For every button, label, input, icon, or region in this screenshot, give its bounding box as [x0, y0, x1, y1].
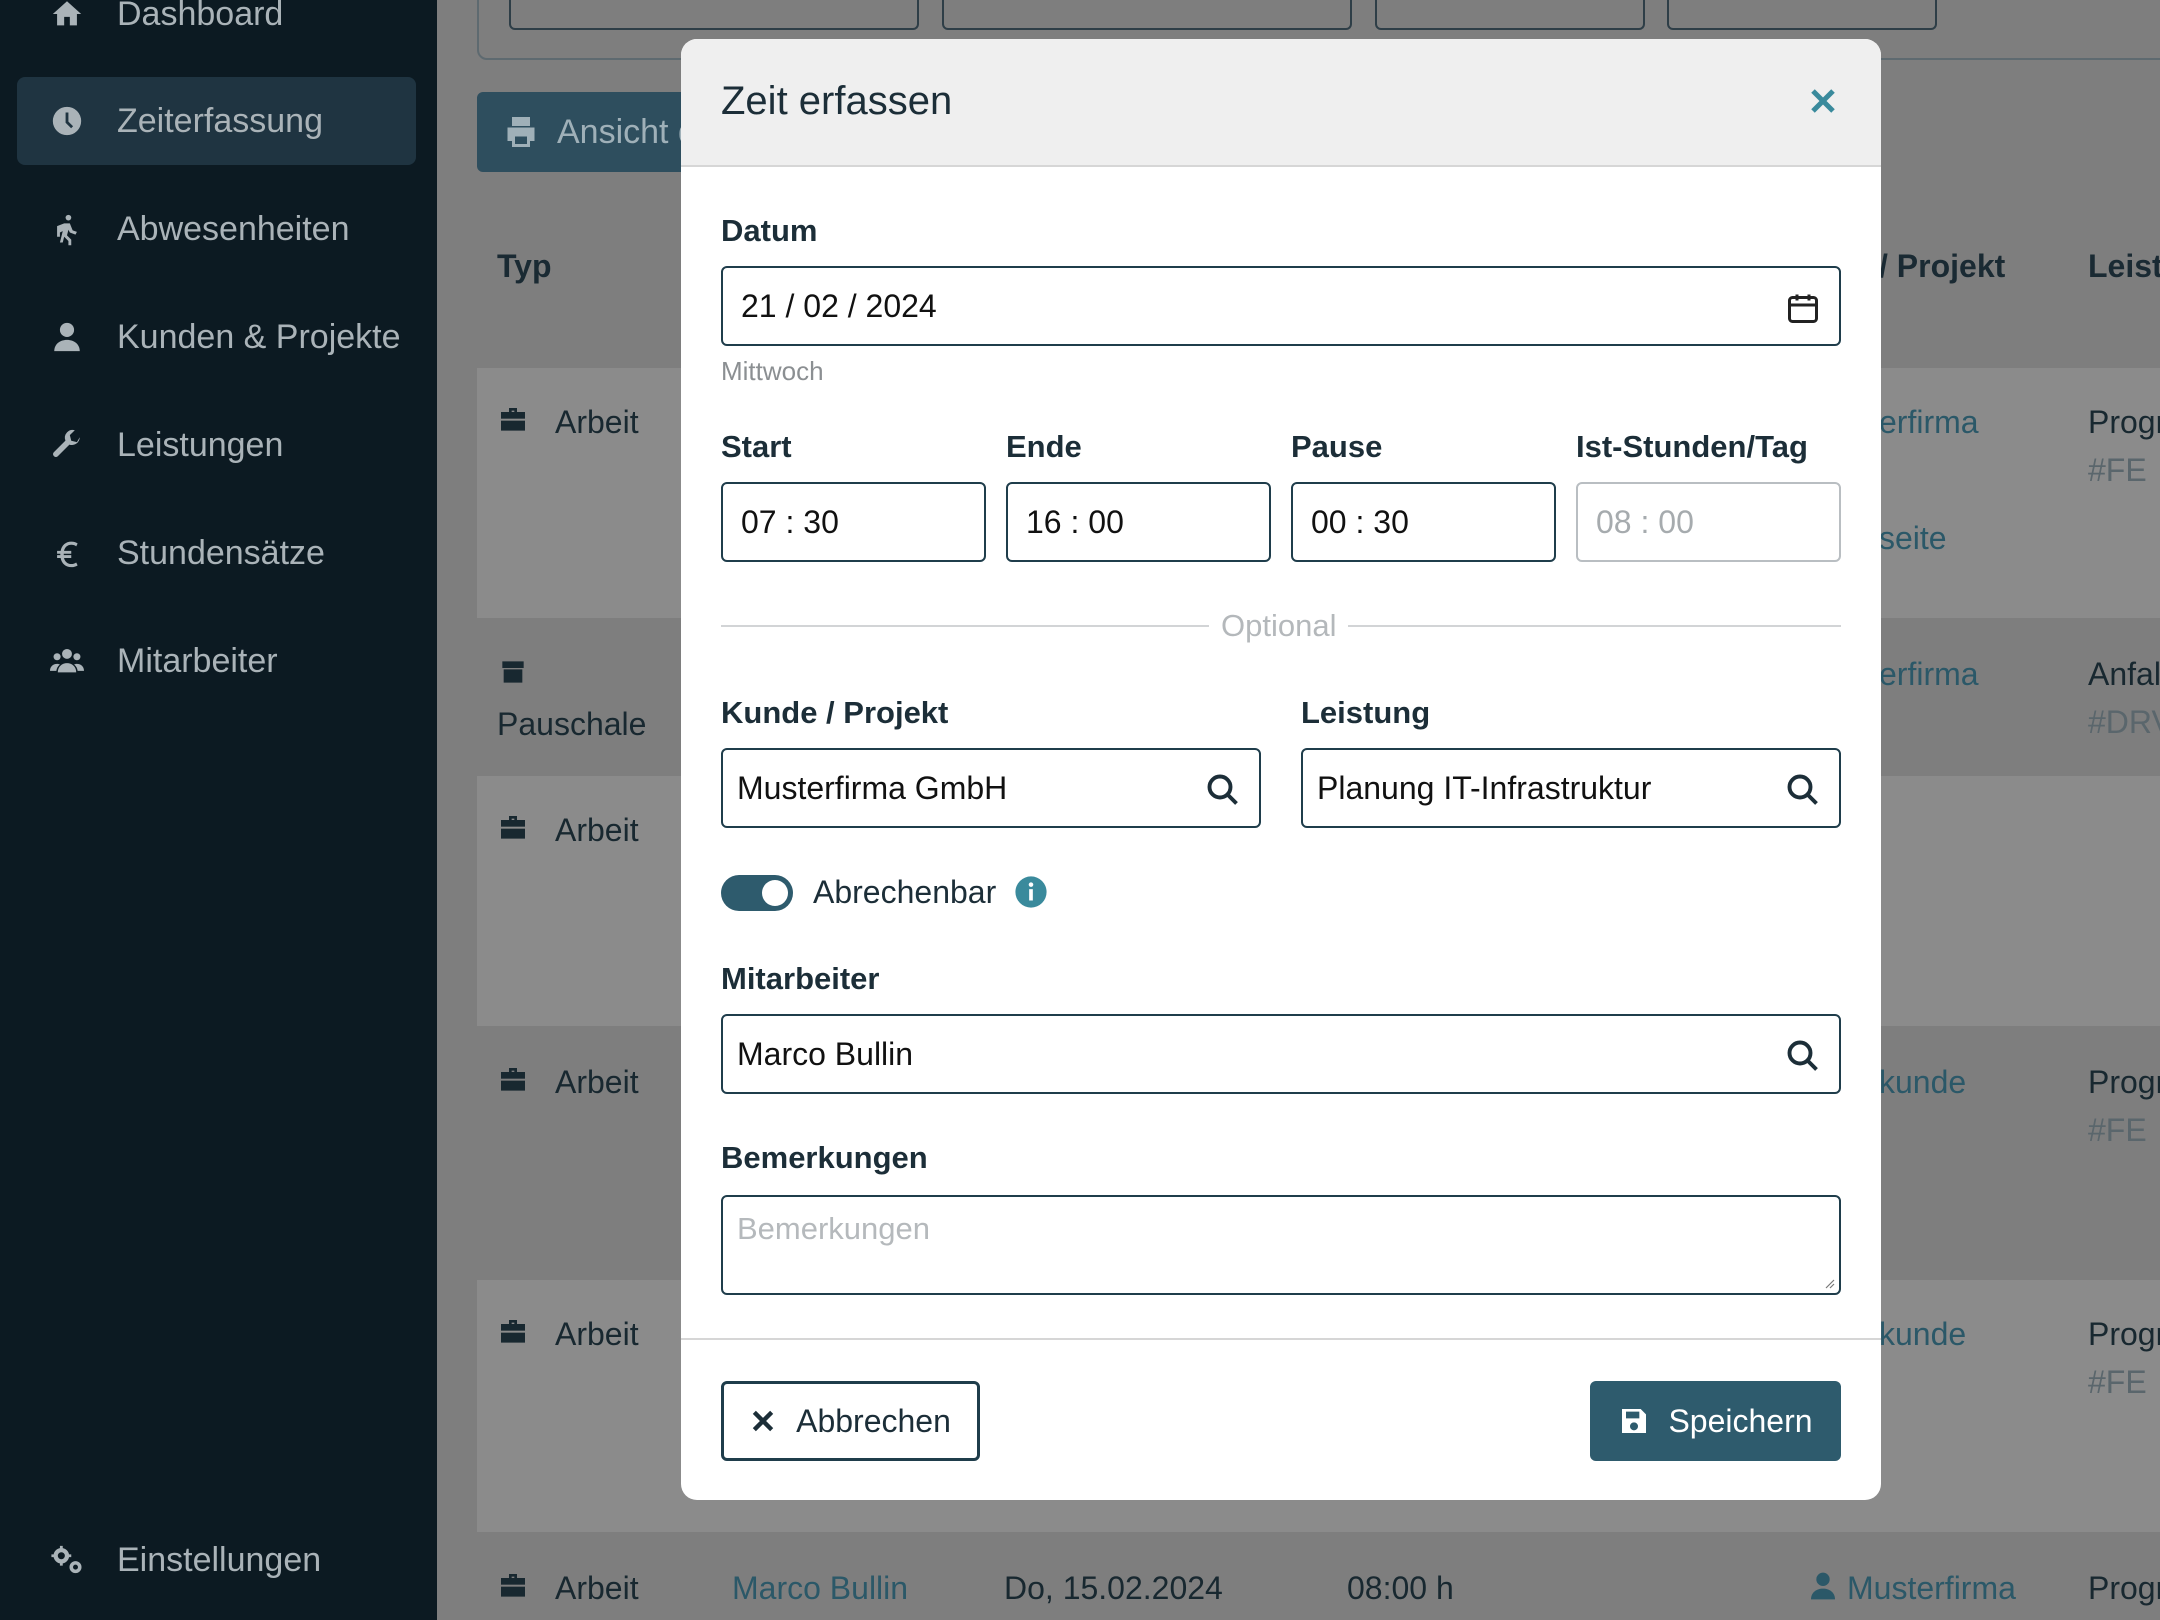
- time-entry-dialog: Zeit erfassen Datum 21 / 02 / 2024 Mittw…: [681, 39, 1881, 1500]
- column-header-service[interactable]: Leist: [2088, 248, 2160, 285]
- save-button[interactable]: Speichern: [1590, 1381, 1841, 1461]
- close-icon: [752, 1410, 774, 1432]
- footer-divider: [681, 1338, 1881, 1340]
- remarks-label: Bemerkungen: [721, 1140, 928, 1175]
- close-button[interactable]: [1801, 79, 1845, 123]
- search-icon[interactable]: [1785, 1038, 1821, 1074]
- service-field[interactable]: Planung IT-Infrastruktur: [1301, 748, 1841, 828]
- employee-filter[interactable]: [509, 0, 919, 30]
- sidebar-item-label: Leistungen: [117, 425, 284, 464]
- briefcase-icon: [497, 1064, 529, 1096]
- dialog-header: Zeit erfassen: [681, 39, 1881, 167]
- printer-icon: [507, 117, 535, 147]
- optional-label: Optional: [1209, 608, 1349, 644]
- toggle-knob: [762, 880, 788, 906]
- gears-icon: [47, 1540, 87, 1580]
- briefcase-icon: [497, 1316, 529, 1348]
- briefcase-icon: [497, 404, 529, 436]
- wrench-icon: [47, 425, 87, 465]
- print-view-button[interactable]: Ansicht d: [477, 92, 697, 172]
- end-time-field[interactable]: 16 : 00: [1006, 482, 1271, 562]
- customer-project-field[interactable]: Musterfirma GmbH: [721, 748, 1261, 828]
- user-icon: [47, 317, 87, 357]
- column-header-project[interactable]: / Projekt: [1879, 248, 2005, 285]
- billable-label: Abrechenbar: [813, 874, 997, 910]
- date-from-filter[interactable]: [1375, 0, 1645, 30]
- resize-grip-icon[interactable]: [1823, 1277, 1835, 1289]
- actual-hours-field: 08 : 00: [1576, 482, 1841, 562]
- end-label: Ende: [1006, 429, 1082, 464]
- date-label: Datum: [721, 213, 818, 248]
- clock-icon: [47, 101, 87, 141]
- dialog-title: Zeit erfassen: [721, 79, 953, 123]
- customer-project-label: Kunde / Projekt: [721, 695, 949, 730]
- close-icon: [1811, 89, 1835, 113]
- pause-label: Pause: [1291, 429, 1383, 464]
- remarks-placeholder: Bemerkungen: [737, 1211, 931, 1246]
- pause-time-field[interactable]: 00 : 30: [1291, 482, 1556, 562]
- euro-icon: [47, 533, 87, 573]
- sidebar-item-mitarbeiter[interactable]: Mitarbeiter: [17, 617, 416, 705]
- weekday-hint: Mittwoch: [721, 356, 824, 386]
- sidebar: Dashboard Zeiterfassung Abwesenheiten Ku…: [0, 0, 437, 1620]
- search-icon[interactable]: [1785, 772, 1821, 808]
- sidebar-item-label: Dashboard: [117, 0, 284, 33]
- sidebar-item-label: Mitarbeiter: [117, 641, 278, 680]
- sidebar-item-zeiterfassung[interactable]: Zeiterfassung: [17, 77, 416, 165]
- sidebar-item-label: Abwesenheiten: [117, 209, 350, 248]
- briefcase-icon: [497, 1570, 529, 1602]
- sidebar-item-leistungen[interactable]: Leistungen: [17, 401, 416, 489]
- user-icon: [1807, 1570, 1839, 1602]
- remarks-textarea[interactable]: Bemerkungen: [721, 1195, 1841, 1295]
- actual-hours-label: Ist-Stunden/Tag: [1576, 429, 1808, 464]
- column-header-type[interactable]: Typ: [497, 248, 552, 285]
- start-label: Start: [721, 429, 792, 464]
- home-icon: [47, 0, 87, 34]
- sidebar-item-label: Stundensätze: [117, 533, 325, 572]
- sidebar-item-label: Einstellungen: [117, 1540, 322, 1579]
- box-icon: [497, 656, 529, 688]
- employee-label: Mitarbeiter: [721, 961, 880, 996]
- sidebar-item-stundensaetze[interactable]: Stundensätze: [17, 509, 416, 597]
- briefcase-icon: [497, 812, 529, 844]
- sidebar-item-kunden-projekte[interactable]: Kunden & Projekte: [17, 293, 416, 381]
- sidebar-item-label: Zeiterfassung: [117, 101, 323, 140]
- date-to-filter[interactable]: [1667, 0, 1937, 30]
- cancel-button[interactable]: Abbrechen: [721, 1381, 980, 1461]
- walking-icon: [47, 209, 87, 249]
- sidebar-item-dashboard[interactable]: Dashboard: [17, 0, 416, 58]
- floppy-disk-icon: [1622, 1409, 1647, 1433]
- sidebar-item-label: Kunden & Projekte: [117, 317, 401, 356]
- sidebar-item-einstellungen[interactable]: Einstellungen: [17, 1516, 416, 1604]
- service-label: Leistung: [1301, 695, 1431, 730]
- customer-filter[interactable]: [942, 0, 1352, 30]
- sidebar-item-abwesenheiten[interactable]: Abwesenheiten: [17, 185, 416, 273]
- start-time-field[interactable]: 07 : 30: [721, 482, 986, 562]
- employee-field[interactable]: Marco Bullin: [721, 1014, 1841, 1094]
- billable-toggle[interactable]: [721, 875, 793, 911]
- table-row[interactable]: Arbeit Marco Bullin Do, 15.02.2024 08:00…: [477, 1532, 2160, 1620]
- calendar-icon[interactable]: [1785, 290, 1821, 326]
- info-icon[interactable]: [1014, 875, 1048, 909]
- date-field[interactable]: 21 / 02 / 2024: [721, 266, 1841, 346]
- users-icon: [47, 641, 87, 681]
- search-icon[interactable]: [1205, 772, 1241, 808]
